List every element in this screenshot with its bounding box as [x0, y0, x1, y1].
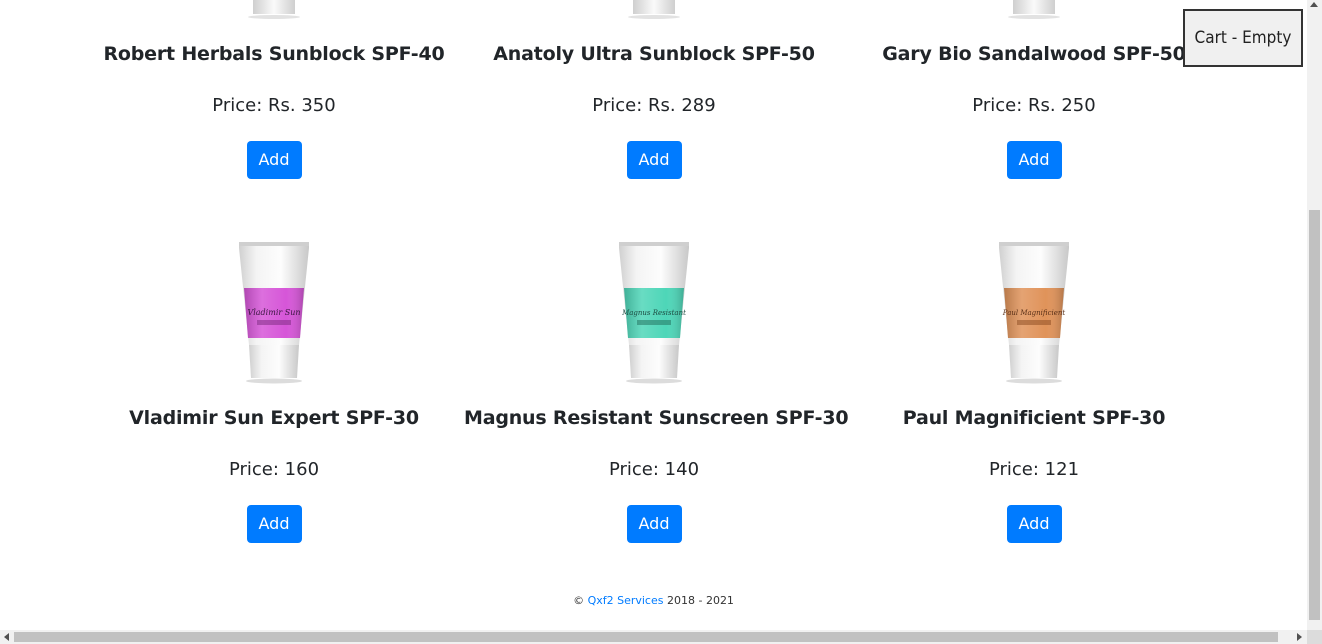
product-price: Price: Rs. 289 — [592, 95, 716, 116]
horizontal-scrollbar[interactable] — [0, 630, 1307, 644]
product-name: Robert Herbals Sunblock SPF-40 — [103, 43, 445, 65]
product-name: Magnus Resistant Sunscreen SPF-30 — [464, 407, 849, 429]
add-button[interactable]: Add — [626, 141, 682, 179]
sunscreen-tube-image: Vladimir Sun — [239, 242, 309, 384]
add-button[interactable]: Add — [1006, 505, 1062, 543]
qxf2-services-link[interactable]: Qxf2 Services — [588, 594, 664, 607]
scroll-left-arrow-icon[interactable] — [4, 633, 9, 641]
product-card: Robert Herbals Sunblock SPF-40 Price: Rs… — [84, 0, 464, 179]
footer: © Qxf2 Services 2018 - 2021 — [0, 594, 1307, 607]
product-card: Vladimir Sun Vladimir Sun Expert SPF-30 … — [84, 240, 464, 543]
page-content: Robert Herbals Sunblock SPF-40 Price: Rs… — [0, 0, 1307, 630]
footer-years: 2018 - 2021 — [666, 594, 734, 607]
product-card: Paul Magnificient Paul Magnificient SPF-… — [844, 240, 1224, 543]
horizontal-scrollbar-thumb[interactable] — [14, 632, 1278, 642]
tube-brand-text: Vladimir Sun — [247, 308, 300, 317]
sunscreen-tube-image: Paul Magnificient — [999, 242, 1069, 384]
product-price: Price: Rs. 350 — [212, 95, 336, 116]
product-price: Price: 140 — [608, 459, 700, 480]
add-button[interactable]: Add — [1006, 141, 1062, 179]
product-price: Price: 121 — [988, 459, 1080, 480]
add-button[interactable]: Add — [626, 505, 682, 543]
scroll-right-arrow-icon[interactable] — [1297, 633, 1302, 641]
product-card: Gary Bio Sandalwood SPF-50 Price: Rs. 25… — [844, 0, 1224, 179]
add-button[interactable]: Add — [246, 141, 302, 179]
scrollbar-corner — [1307, 630, 1322, 644]
product-card: Magnus Resistant Magnus Resistant Sunscr… — [464, 240, 849, 543]
tube-brand-text: Paul Magnificient — [1002, 309, 1066, 317]
product-name: Gary Bio Sandalwood SPF-50 — [882, 43, 1186, 65]
sunscreen-tube-image: Magnus Resistant — [619, 242, 689, 384]
product-price: Price: Rs. 250 — [972, 95, 1096, 116]
vertical-scrollbar[interactable] — [1307, 0, 1322, 630]
product-image — [1008, 0, 1060, 19]
scroll-up-arrow-icon[interactable] — [1310, 2, 1318, 7]
add-button[interactable]: Add — [246, 505, 302, 543]
tube-brand-text: Magnus Resistant — [621, 309, 686, 317]
product-name: Vladimir Sun Expert SPF-30 — [129, 407, 419, 429]
vertical-scrollbar-thumb[interactable] — [1309, 210, 1320, 620]
product-name: Paul Magnificient SPF-30 — [902, 407, 1166, 429]
product-image — [628, 0, 680, 19]
product-name: Anatoly Ultra Sunblock SPF-50 — [493, 43, 815, 65]
copyright-symbol: © — [573, 594, 585, 607]
cart-button[interactable]: Cart - Empty — [1183, 9, 1303, 67]
product-image — [248, 0, 300, 19]
product-card: Anatoly Ultra Sunblock SPF-50 Price: Rs.… — [464, 0, 844, 179]
product-price: Price: 160 — [228, 459, 320, 480]
